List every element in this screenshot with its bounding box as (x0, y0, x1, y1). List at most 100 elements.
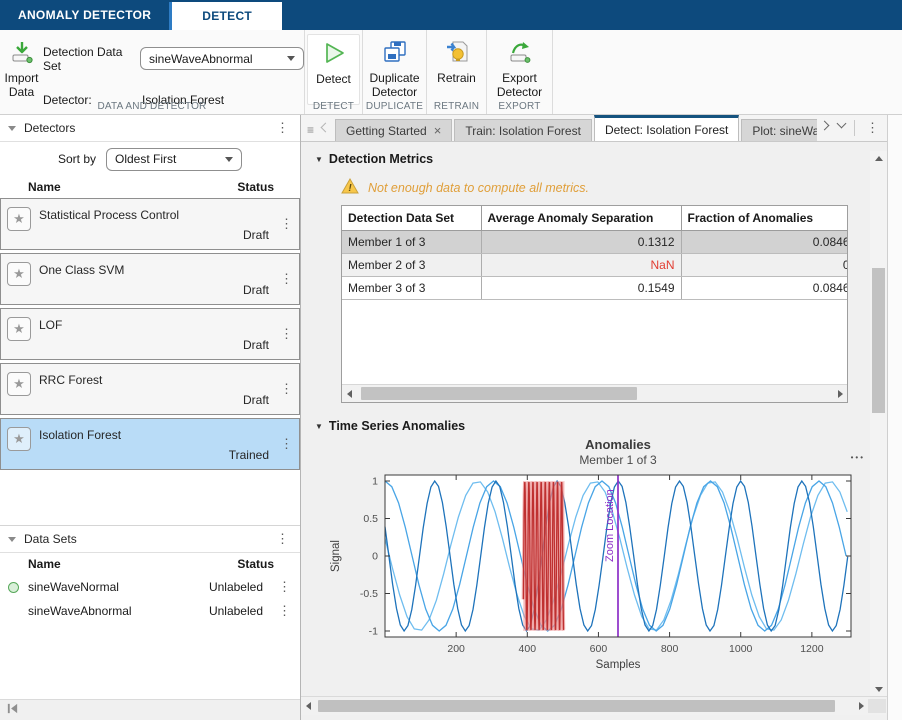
main-vertical-scrollbar[interactable] (870, 151, 887, 696)
dataset-row[interactable]: sineWaveNormalUnlabeled⋮ (0, 575, 300, 599)
scrollbar-thumb[interactable] (318, 700, 835, 712)
chart-options-menu-icon[interactable]: ••• (851, 453, 865, 462)
scroll-up-arrow[interactable] (870, 151, 887, 165)
section-collapse-icon: ▼ (315, 422, 323, 431)
detectors-status-column: Status (237, 180, 274, 194)
detector-name: RRC Forest (39, 373, 102, 387)
detectors-panel-menu-icon[interactable]: ⋮ (273, 123, 292, 133)
datasets-panel-menu-icon[interactable]: ⋮ (273, 534, 292, 544)
detector-card[interactable]: ★RRC ForestDraft⋮ (0, 363, 300, 415)
scrollbar-track[interactable] (356, 385, 833, 402)
close-tab-icon[interactable]: × (434, 123, 442, 138)
tabstrip-grip-icon[interactable]: ≡ (301, 123, 318, 141)
sort-by-dropdown[interactable]: Oldest First (106, 148, 242, 171)
collapse-arrow-icon[interactable] (8, 537, 16, 542)
favorite-star-button[interactable]: ★ (7, 262, 31, 286)
scroll-down-arrow[interactable] (870, 682, 887, 696)
tabstrip-menu-icon[interactable]: ⋮ (858, 123, 887, 133)
document-tab[interactable]: Detect: Isolation Forest (594, 115, 739, 141)
chart-subtitle: Member 1 of 3 (385, 453, 851, 467)
chart-title: Anomalies (385, 437, 851, 452)
scrollbar-track[interactable] (870, 165, 887, 682)
dataset-row[interactable]: sineWaveAbnormalUnlabeled⋮ (0, 599, 300, 623)
tab-detect[interactable]: DETECT (169, 2, 282, 30)
retrain-lightbulb-icon (444, 39, 470, 68)
metrics-table-hscrollbar[interactable] (342, 384, 847, 402)
collapse-arrow-icon[interactable] (8, 126, 16, 131)
dataset-menu-icon[interactable]: ⋮ (275, 606, 294, 616)
x-tick-label: 200 (447, 643, 465, 655)
scroll-right-arrow[interactable] (854, 697, 868, 715)
chevron-right-icon (820, 120, 830, 130)
scrollbar-track[interactable] (315, 700, 854, 712)
dataset-status: Unlabeled (209, 580, 263, 594)
metrics-table[interactable]: Detection Data SetAverage Anomaly Separa… (342, 206, 847, 300)
y-tick-label: -1 (369, 626, 378, 638)
scroll-left-arrow[interactable] (301, 697, 315, 715)
document-tab[interactable]: Getting Started× (335, 119, 452, 141)
detect-document: ▼ Detection Metrics ! Not enough data to… (301, 142, 870, 696)
table-row[interactable]: Member 2 of 3NaN0 (342, 254, 847, 277)
detector-card[interactable]: ★One Class SVMDraft⋮ (0, 253, 300, 305)
main-horizontal-scrollbar[interactable] (301, 696, 887, 715)
detection-metrics-section-header[interactable]: ▼ Detection Metrics (315, 152, 870, 166)
retrain-button[interactable]: Retrain (427, 34, 486, 103)
detection-metrics-title: Detection Metrics (329, 152, 433, 166)
dropdown-caret-icon (225, 157, 233, 162)
favorite-star-button[interactable]: ★ (7, 207, 31, 231)
detect-button[interactable]: Detect (307, 34, 360, 105)
document-tab[interactable]: Train: Isolation Forest (454, 119, 592, 141)
dataset-menu-icon[interactable]: ⋮ (275, 582, 294, 592)
scrollbar-thumb[interactable] (361, 387, 638, 400)
tabs-scroll-right-button[interactable] (817, 118, 834, 139)
detector-menu-icon[interactable]: ⋮ (280, 271, 293, 287)
datasets-column-headers: Name Status (0, 553, 300, 575)
tab-anomaly-detector[interactable]: ANOMALY DETECTOR (0, 0, 169, 30)
detection-data-set-dropdown[interactable]: sineWaveAbnormal (140, 47, 304, 70)
zoom-location-label: Zoom Location (604, 489, 616, 562)
scroll-left-arrow[interactable] (342, 385, 356, 402)
detector-menu-icon[interactable]: ⋮ (280, 381, 293, 397)
table-column-header[interactable]: Detection Data Set (342, 206, 481, 231)
datasets-status-column: Status (237, 557, 274, 571)
duplicate-detector-button[interactable]: Duplicate Detector (363, 34, 426, 103)
table-row[interactable]: Member 3 of 30.15490.0846 (342, 277, 847, 300)
detector-card[interactable]: ★LOFDraft⋮ (0, 308, 300, 360)
favorite-star-button[interactable]: ★ (7, 317, 31, 341)
favorite-star-button[interactable]: ★ (7, 372, 31, 396)
dropdown-caret-icon (287, 56, 295, 61)
detector-menu-icon[interactable]: ⋮ (280, 216, 293, 232)
export-detector-button[interactable]: Export Detector (487, 34, 552, 103)
detector-menu-icon[interactable]: ⋮ (280, 436, 293, 452)
detector-status: Draft (243, 338, 269, 352)
x-tick-label: 1000 (729, 643, 753, 655)
collapse-panel-icon[interactable] (6, 702, 19, 718)
detectors-panel-header[interactable]: Detectors ⋮ (0, 115, 300, 142)
dataset-name: sineWaveAbnormal (28, 604, 132, 618)
document-tab[interactable]: Plot: sineWa (741, 119, 817, 141)
anomaly-detector-app: ANOMALY DETECTOR DETECT ImportData Detec… (0, 0, 902, 720)
tabs-scroll-left-button[interactable] (318, 120, 335, 141)
section-label-data-and-detector: DATA AND DETECTOR (0, 101, 304, 112)
detector-card[interactable]: ★Isolation ForestTrained⋮ (0, 418, 300, 470)
scrollbar-thumb[interactable] (872, 268, 885, 413)
detector-menu-icon[interactable]: ⋮ (280, 326, 293, 342)
time-series-anomalies-section-header[interactable]: ▼ Time Series Anomalies (315, 419, 870, 433)
x-tick-label: 600 (590, 643, 608, 655)
document-tabs: Getting Started×Train: Isolation ForestD… (335, 115, 817, 141)
table-column-header[interactable]: Fraction of Anomalies (681, 206, 847, 231)
tabs-list-button[interactable] (834, 118, 851, 139)
member-cell: Member 1 of 3 (342, 231, 481, 254)
datasets-panel-header[interactable]: Data Sets ⋮ (0, 526, 300, 553)
ribbon-group-export: Export Detector EXPORT (487, 30, 553, 114)
table-column-header[interactable]: Average Anomaly Separation (481, 206, 681, 231)
divider (854, 120, 855, 136)
detector-card[interactable]: ★Statistical Process ControlDraft⋮ (0, 198, 300, 250)
export-detector-icon (507, 39, 533, 68)
scroll-right-arrow[interactable] (833, 385, 847, 402)
favorite-star-button[interactable]: ★ (7, 427, 31, 451)
table-row[interactable]: Member 1 of 30.13120.0846 (342, 231, 847, 254)
y-axis-label: Signal (330, 540, 342, 572)
detector-name: Isolation Forest (39, 428, 121, 442)
x-axis-label: Samples (596, 659, 641, 671)
